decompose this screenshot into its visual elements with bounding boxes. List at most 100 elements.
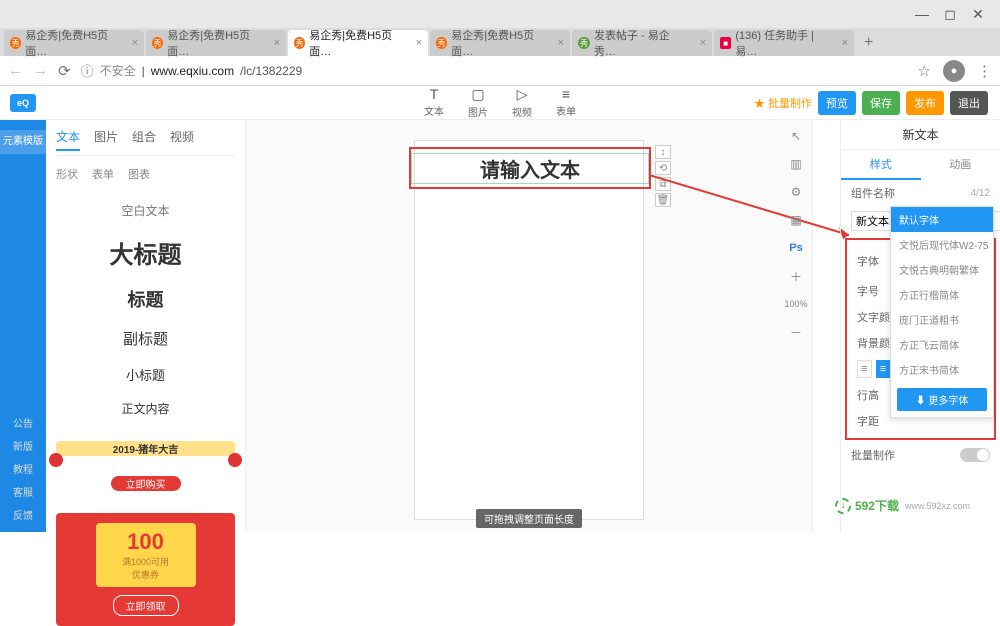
more-fonts-button[interactable]: ⬇ 更多字体 (897, 388, 987, 411)
align-center-icon[interactable]: ≡ (876, 360, 891, 378)
browser-tab[interactable]: ■(136) 任务助手 | 易…× (714, 30, 854, 56)
tab-close-icon[interactable]: × (274, 37, 280, 49)
zoom-out-icon[interactable]: － (786, 322, 806, 342)
tab-animation[interactable]: 动画 (921, 150, 1000, 180)
browser-tab[interactable]: 秀易企秀|免费H5页面…× (4, 30, 144, 56)
coupon-tag: 优惠券 (102, 568, 190, 581)
tool-图片[interactable]: ▢图片 (468, 86, 488, 119)
panel-subtab[interactable]: 形状 (56, 166, 78, 182)
url-field[interactable]: ⓘ 不安全 | www.eqxiu.com/lc/1382229 (81, 61, 908, 80)
back-icon[interactable]: ← (8, 62, 23, 79)
menu-icon[interactable]: ⋮ (977, 62, 992, 80)
coupon-condition: 满1000可用 (102, 555, 190, 568)
panel-subtab[interactable]: 图表 (128, 166, 150, 182)
font-option[interactable]: 庞门正道粗书 (891, 307, 993, 332)
browser-tab[interactable]: 秀发表帖子 - 易企秀…× (572, 30, 712, 56)
panel-tab[interactable]: 组合 (132, 128, 156, 151)
panel-tab[interactable]: 文本 (56, 128, 80, 151)
exit-button[interactable]: 退出 (950, 91, 988, 115)
heading-h3[interactable]: 副标题 (56, 328, 235, 349)
settings-icon[interactable]: ⚙ (786, 182, 806, 202)
zoom-in-icon[interactable]: ＋ (786, 266, 806, 286)
heading-body[interactable]: 正文内容 (56, 400, 235, 417)
minimize-icon[interactable]: — (908, 6, 936, 22)
tab-close-icon[interactable]: × (132, 37, 138, 49)
batch-link[interactable]: ★ 批量制作 (754, 95, 812, 111)
name-count: 4/12 (971, 188, 990, 199)
tab-close-icon[interactable]: × (558, 37, 564, 49)
tool-文本[interactable]: T文本 (424, 86, 444, 119)
tool-表单[interactable]: ≡表单 (556, 86, 576, 119)
tab-close-icon[interactable]: × (416, 37, 422, 49)
selected-text-element[interactable]: 请输入文本 ↕ ⟲ ⧉ 🗑 (409, 147, 651, 189)
reload-icon[interactable]: ⟳ (58, 62, 71, 80)
font-option[interactable]: 文悦后现代体W2-75 (891, 232, 993, 257)
font-option[interactable]: 文悦古典明朝繁体 (891, 257, 993, 282)
maximize-icon[interactable]: ◻ (936, 6, 964, 23)
rail-link[interactable]: 客服 (13, 484, 33, 499)
publish-button[interactable]: 发布 (906, 91, 944, 115)
tab-close-icon[interactable]: × (842, 37, 848, 49)
insecure-label: 不安全 (100, 62, 136, 79)
browser-tab[interactable]: 秀易企秀|免费H5页面…× (146, 30, 286, 56)
panel-subtab[interactable]: 表单 (92, 166, 114, 182)
panel-tab[interactable]: 图片 (94, 128, 118, 151)
buy-button[interactable]: 立即购买 (111, 476, 181, 491)
save-button[interactable]: 保存 (862, 91, 900, 115)
font-option[interactable]: 方正飞云简体 (891, 332, 993, 357)
tool-视频[interactable]: ▷视频 (512, 86, 532, 119)
star-icon[interactable]: ☆ (918, 62, 931, 80)
element-panel: 文本图片组合视频 形状表单图表 空白文本 大标题 标题 副标题 小标题 正文内容… (46, 120, 246, 532)
url-path: /lc/1382229 (240, 64, 302, 78)
cursor-icon[interactable]: ↖ (786, 126, 806, 146)
forward-icon[interactable]: → (33, 62, 48, 79)
canvas-footer-tip: 可拖拽调整页面长度 (476, 509, 582, 528)
zoom-value: 100% (786, 294, 806, 314)
blank-text[interactable]: 空白文本 (56, 202, 235, 219)
template-card-1[interactable]: 2019-猪年大吉 (56, 441, 235, 456)
close-icon[interactable]: ✕ (964, 6, 992, 23)
rail-elements[interactable]: 元素模版 (0, 130, 46, 154)
coupon-amount: 100 (102, 529, 190, 555)
browser-tab[interactable]: 秀易企秀|免费H5页面…× (288, 30, 428, 56)
batch-toggle[interactable] (960, 448, 990, 462)
heading-h4[interactable]: 小标题 (56, 365, 235, 384)
info-icon: ⓘ (81, 61, 94, 80)
left-rail: 元素模版 公告新版教程客服反馈 (0, 120, 46, 532)
url-host: www.eqxiu.com (151, 64, 234, 78)
batch-label: 批量制作 (851, 447, 911, 463)
watermark: ↓ 592下载 www.592xz.com (835, 497, 970, 514)
text-placeholder[interactable]: 请输入文本 (411, 153, 649, 184)
align-left-icon[interactable]: ≡ (857, 360, 872, 378)
grid-icon[interactable]: ▦ (786, 210, 806, 230)
heading-h1[interactable]: 大标题 (56, 235, 235, 270)
rail-link[interactable]: 反馈 (13, 507, 33, 522)
template-card-coupon[interactable]: 100 满1000可用 优惠券 立即领取 (56, 513, 235, 626)
name-label: 组件名称 (851, 185, 895, 201)
canvas-area[interactable]: 请输入文本 ↕ ⟲ ⧉ 🗑 ↖ ▥ ⚙ ▦ Ps ＋ 100% － 可拖拽调整页… (246, 120, 812, 532)
tab-close-icon[interactable]: × (700, 37, 706, 49)
font-option[interactable]: 方正宋书简体 (891, 357, 993, 382)
preview-button[interactable]: 预览 (818, 91, 856, 115)
layers-icon[interactable]: ▥ (786, 154, 806, 174)
logo[interactable]: eQ (0, 94, 46, 112)
rail-link[interactable]: 新版 (13, 438, 33, 453)
font-option[interactable]: 方正行楷简体 (891, 282, 993, 307)
page[interactable]: 请输入文本 ↕ ⟲ ⧉ 🗑 (414, 140, 644, 520)
browser-tabs: 秀易企秀|免费H5页面…×秀易企秀|免费H5页面…×秀易企秀|免费H5页面…×秀… (0, 28, 1000, 56)
font-option[interactable]: 默认字体 (891, 207, 993, 232)
address-bar: ← → ⟳ ⓘ 不安全 | www.eqxiu.com/lc/1382229 ☆… (0, 56, 1000, 86)
browser-tab[interactable]: 秀易企秀|免费H5页面…× (430, 30, 570, 56)
coupon-button[interactable]: 立即领取 (113, 595, 179, 616)
heading-h2[interactable]: 标题 (56, 286, 235, 312)
rail-link[interactable]: 教程 (13, 461, 33, 476)
properties-panel: 新文本 样式 动画 组件名称 4/12 字体 默认字体▼ 字号 文字颜色 背景颜… (840, 120, 1000, 532)
rail-link[interactable]: 公告 (13, 415, 33, 430)
tab-style[interactable]: 样式 (841, 150, 921, 180)
ps-icon[interactable]: Ps (786, 238, 806, 258)
font-dropdown: 默认字体文悦后现代体W2-75文悦古典明朝繁体方正行楷简体庞门正道粗书方正飞云简… (890, 206, 994, 418)
profile-icon[interactable]: ● (943, 60, 965, 82)
panel-tab[interactable]: 视频 (170, 128, 194, 151)
handle-move-icon[interactable]: ↕ (655, 145, 671, 159)
new-tab-button[interactable]: + (856, 30, 881, 56)
